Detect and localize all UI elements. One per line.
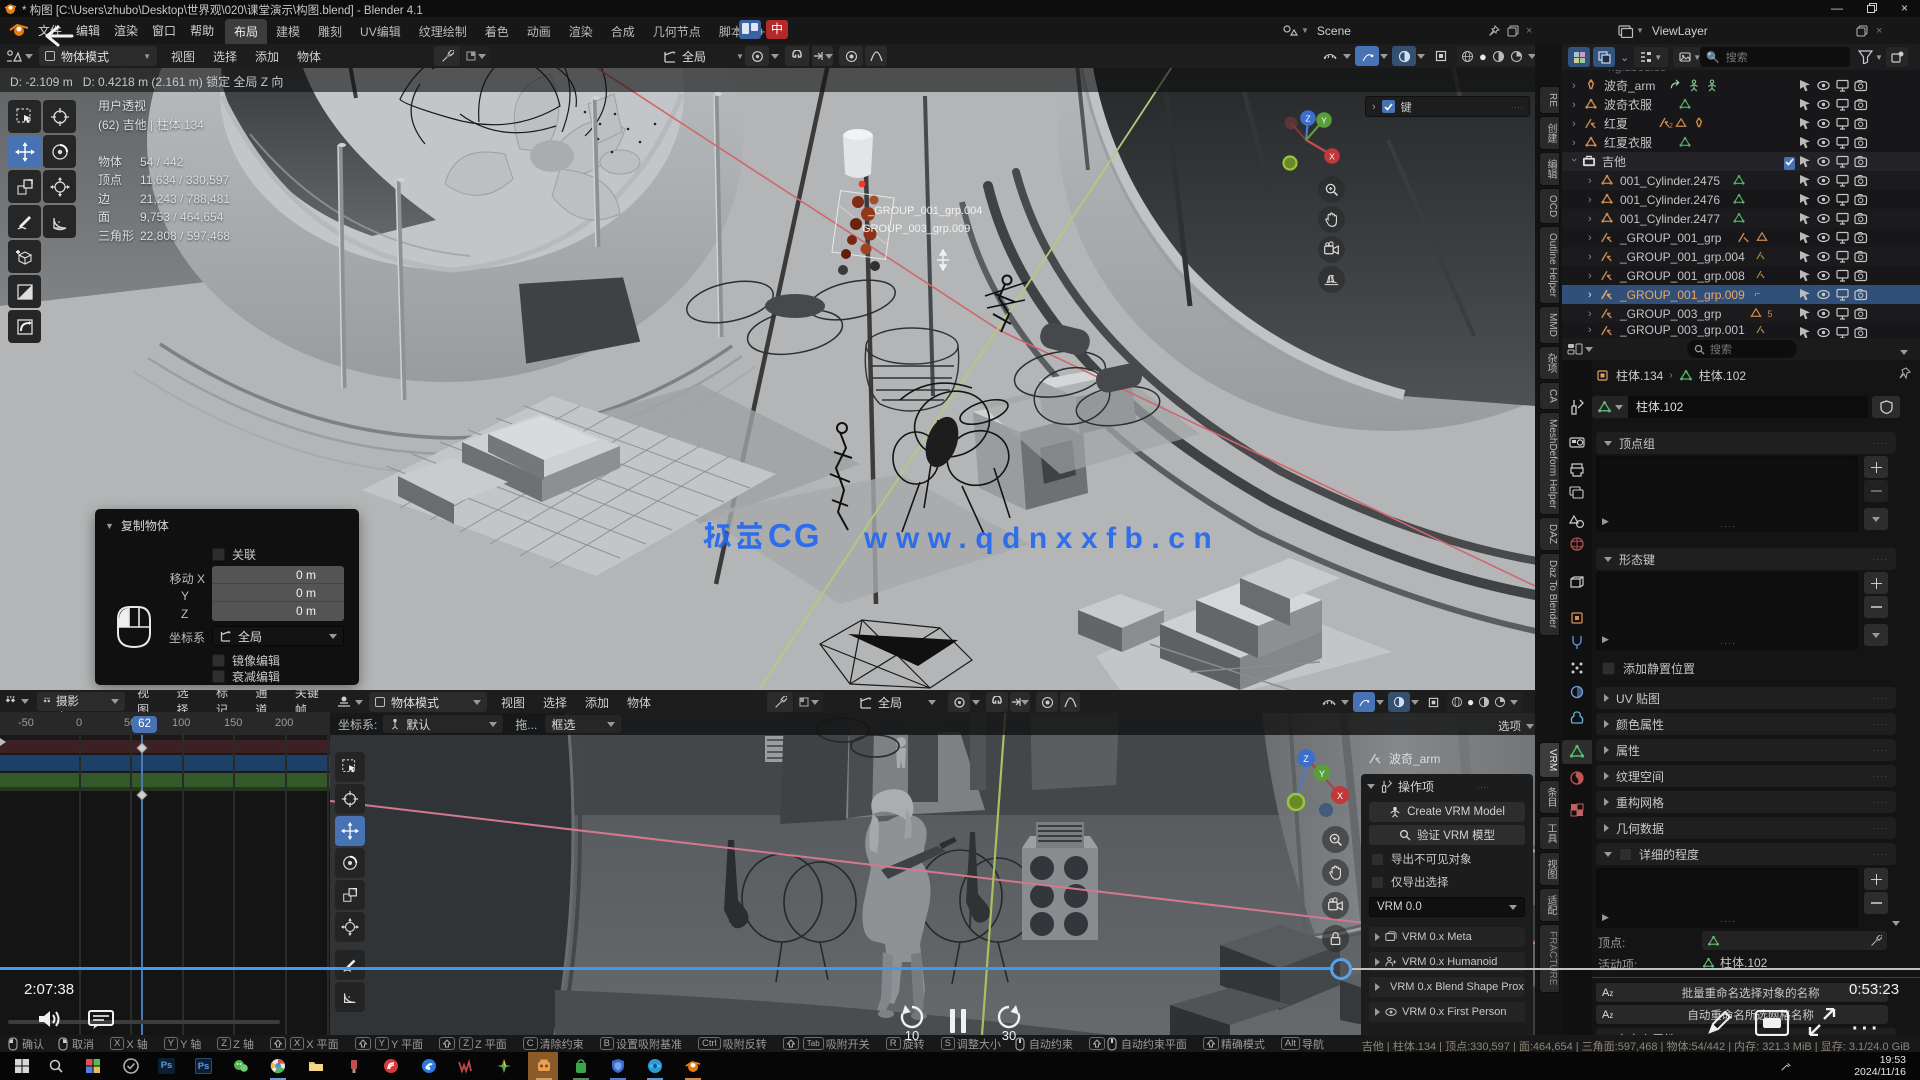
svg-text:Z: Z <box>1303 754 1309 764</box>
svg-text:GROUP_003_grp.009: GROUP_003_grp.009 <box>862 223 970 235</box>
svg-text:X: X <box>1329 152 1335 162</box>
svg-text:Z: Z <box>1305 114 1310 124</box>
svg-text:2: 2 <box>1669 123 1673 129</box>
svg-text:_GROUP_001_grp.004: _GROUP_001_grp.004 <box>867 205 982 217</box>
svg-text:Y: Y <box>1319 769 1325 779</box>
svg-text:X: X <box>1337 791 1343 801</box>
svg-text:Y: Y <box>1321 116 1327 126</box>
